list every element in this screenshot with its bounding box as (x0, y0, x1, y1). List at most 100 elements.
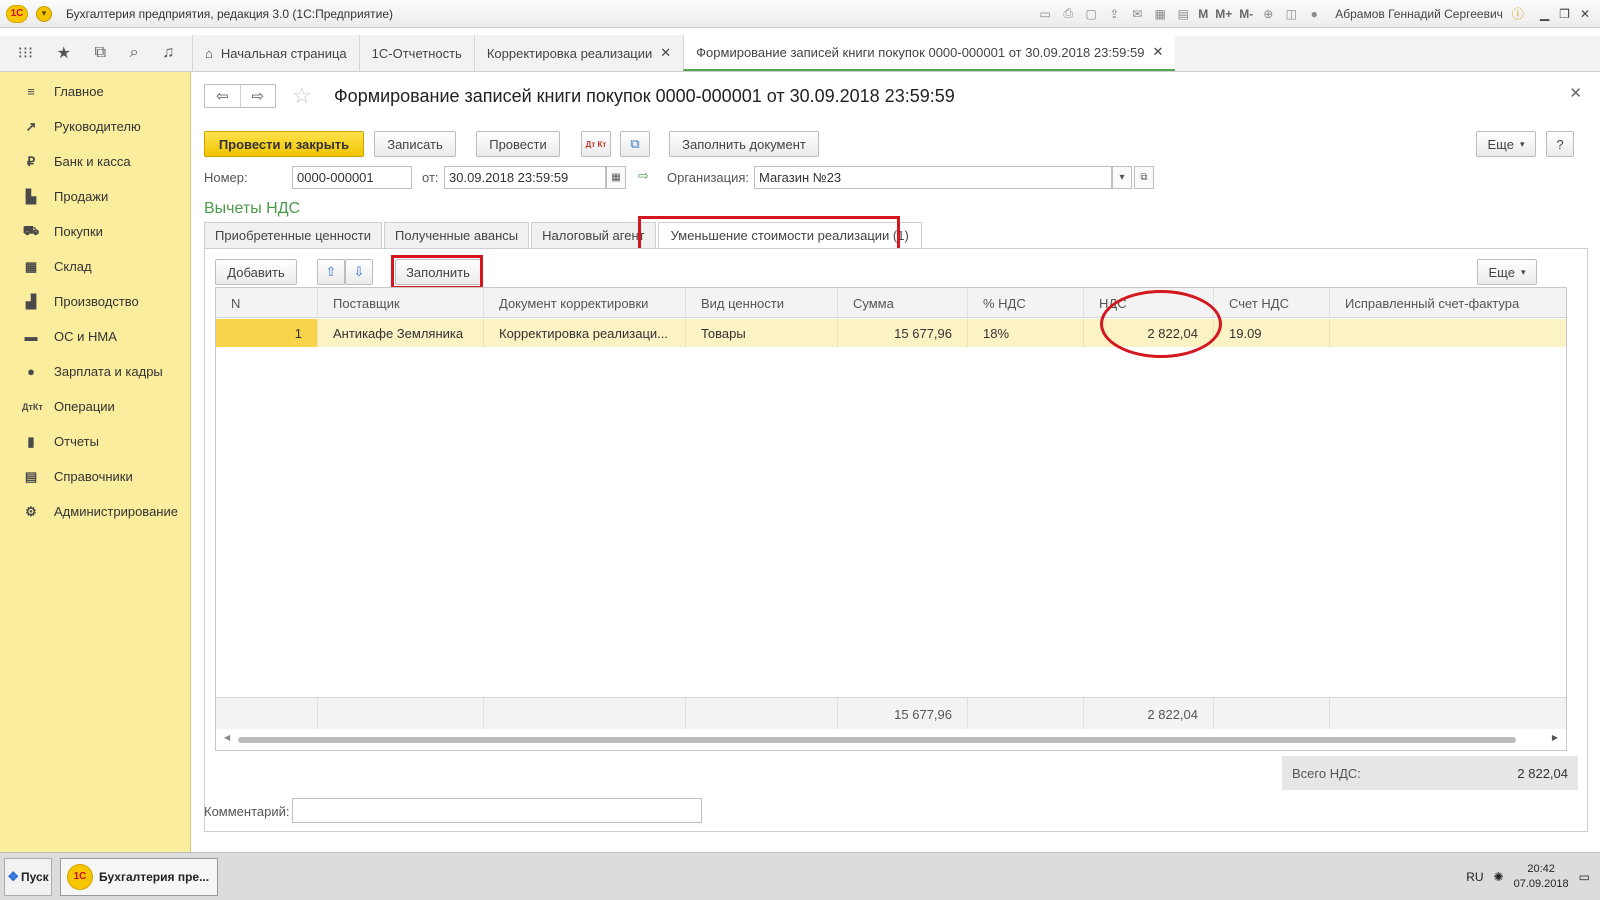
org-link-icon[interactable]: ⇨ (638, 168, 649, 184)
app-title: Бухгалтерия предприятия, редакция 3.0 (1… (66, 6, 394, 21)
vat-rate-cell[interactable]: 18% (968, 319, 1084, 347)
column-header[interactable]: Счет НДС (1214, 288, 1330, 318)
sidebar-item-warehouse[interactable]: ▦ Склад (0, 249, 190, 284)
sidebar-item-admin[interactable]: ⚙ Администрирование (0, 494, 190, 529)
column-header[interactable]: Поставщик (318, 288, 484, 318)
close-tab-icon[interactable]: ✕ (1153, 44, 1164, 60)
fill-document-button[interactable]: Заполнить документ (669, 131, 819, 157)
structure-icon[interactable]: ⧉ (620, 131, 650, 157)
table-more-button[interactable]: Еще ▾ (1477, 259, 1537, 285)
tab-purchase-book[interactable]: Формирование записей книги покупок 0000-… (683, 35, 1176, 71)
info-icon[interactable]: ⓘ (1510, 6, 1526, 22)
number-label: Номер: (204, 170, 248, 185)
sidebar-item-operations[interactable]: ДтКт Операции (0, 389, 190, 424)
post-button[interactable]: Провести (476, 131, 560, 157)
supplier-cell[interactable]: Антикафе Земляника (318, 319, 484, 347)
scrollbar-thumb[interactable] (238, 737, 1516, 743)
tab-acquired-values[interactable]: Приобретенные ценности (204, 222, 382, 248)
memory-plus-button[interactable]: M+ (1215, 7, 1232, 21)
main-menu-button[interactable]: ▾ (36, 5, 52, 22)
memory-minus-button[interactable]: M- (1239, 7, 1253, 21)
close-tab-icon[interactable]: ✕ (660, 45, 671, 61)
history-icon[interactable]: ⧉ (95, 44, 106, 62)
organization-field[interactable]: Магазин №23 (754, 166, 1112, 189)
tab-home[interactable]: ⌂ Начальная страница (192, 35, 359, 71)
close-window-icon[interactable]: ✕ (1580, 7, 1590, 21)
sidebar-item-main[interactable]: ≡ Главное (0, 74, 190, 109)
sidebar-item-directories[interactable]: ▤ Справочники (0, 459, 190, 494)
sidebar-item-sales[interactable]: ▙ Продажи (0, 179, 190, 214)
help-button[interactable]: ? (1546, 131, 1574, 157)
back-arrow-icon[interactable]: ⇦ (205, 85, 241, 107)
value-kind-cell[interactable]: Товары (686, 319, 838, 347)
notifications-bell-icon[interactable]: ♫ (162, 44, 174, 62)
comment-field[interactable] (292, 798, 702, 823)
scroll-right-icon[interactable]: ▶ (1552, 733, 1558, 742)
column-header[interactable]: % НДС (968, 288, 1084, 318)
calculator-icon[interactable]: ▦ (1152, 6, 1168, 22)
print-icon[interactable]: ⎙ (1060, 6, 1076, 22)
show-desktop-icon[interactable]: ▭ (1579, 870, 1590, 884)
favorite-star-icon[interactable]: ☆ (292, 83, 312, 109)
chevron-down-icon[interactable]: ▾ (1112, 166, 1132, 189)
sidebar-item-manager[interactable]: ↗ Руководителю (0, 109, 190, 144)
user-icon: ● (1310, 6, 1318, 21)
dt-kt-button[interactable]: Дт Кт (581, 131, 611, 157)
sum-cell[interactable]: 15 677,96 (838, 319, 968, 347)
more-button[interactable]: Еще ▾ (1476, 131, 1536, 157)
calendar-icon[interactable]: ▤ (1175, 6, 1191, 22)
date-field[interactable]: 30.09.2018 23:59:59 (444, 166, 606, 189)
search-icon[interactable]: ⌕ (130, 44, 139, 62)
minimize-icon[interactable]: ▁ (1540, 7, 1549, 21)
sidebar-item-reports[interactable]: ▮ Отчеты (0, 424, 190, 459)
total-vat-label: Всего НДС: (1292, 765, 1361, 781)
column-header[interactable]: N (216, 288, 318, 318)
restore-icon[interactable]: ❐ (1559, 7, 1570, 21)
sidebar-item-salary[interactable]: ● Зарплата и кадры (0, 354, 190, 389)
correction-doc-cell[interactable]: Корректировка реализаци... (484, 319, 686, 347)
zoom-icon[interactable]: ⊕ (1260, 6, 1276, 22)
horizontal-scrollbar[interactable]: ◀ ▶ (216, 729, 1566, 750)
start-button[interactable]: ❖ Пуск (4, 857, 52, 896)
number-field[interactable]: 0000-000001 (292, 166, 412, 189)
add-button[interactable]: Добавить (215, 259, 297, 285)
mail-icon[interactable]: ✉ (1129, 6, 1145, 22)
upload-icon[interactable]: ⇪ (1106, 6, 1122, 22)
calendar-icon[interactable]: ▦ (606, 166, 626, 189)
open-link-icon[interactable]: ⧉ (1134, 166, 1154, 189)
move-down-icon[interactable]: ⇩ (345, 259, 373, 285)
move-up-icon[interactable]: ⇧ (317, 259, 345, 285)
post-and-close-button[interactable]: Провести и закрыть (204, 131, 364, 157)
tab-sales-correction[interactable]: Корректировка реализации ✕ (473, 35, 684, 71)
language-indicator[interactable]: RU (1466, 870, 1483, 884)
apps-grid-icon[interactable]: ⁝⁝⁝ (18, 43, 33, 63)
memory-m-button[interactable]: M (1198, 7, 1208, 21)
tab-received-advances[interactable]: Полученные авансы (383, 222, 530, 248)
network-icon[interactable]: ✺ (1494, 870, 1504, 884)
tab-tax-agent[interactable]: Налоговый агент (531, 222, 656, 248)
panel-icon[interactable]: ◫ (1283, 6, 1299, 22)
user-name[interactable]: Абрамов Геннадий Сергеевич (1335, 7, 1503, 21)
save-icon[interactable]: ▭ (1037, 6, 1053, 22)
column-header[interactable]: Вид ценности (686, 288, 838, 318)
sidebar-item-assets[interactable]: ▬ ОС и НМА (0, 319, 190, 354)
vat-account-cell[interactable]: 19.09 (1214, 319, 1330, 347)
sidebar-item-purchases[interactable]: ⛟ Покупки (0, 214, 190, 249)
clock[interactable]: 20:42 07.09.2018 (1514, 862, 1569, 892)
column-header[interactable]: Исправленный счет-фактура (1330, 288, 1566, 318)
tab-1c-reporting[interactable]: 1С-Отчетность (358, 35, 474, 71)
forward-arrow-icon[interactable]: ⇨ (241, 85, 276, 107)
table-row[interactable]: 1 Антикафе Земляника Корректировка реали… (216, 319, 1566, 347)
scroll-left-icon[interactable]: ◀ (224, 733, 230, 742)
save-button[interactable]: Записать (374, 131, 456, 157)
navigation-arrows: ⇦ ⇨ (204, 84, 276, 108)
taskbar-app-button[interactable]: 1С Бухгалтерия пре... (60, 857, 218, 896)
sidebar-item-bank[interactable]: ₽ Банк и касса (0, 144, 190, 179)
column-header[interactable]: Сумма (838, 288, 968, 318)
close-form-icon[interactable]: ✕ (1569, 84, 1582, 102)
preview-icon[interactable]: ▢ (1083, 6, 1099, 22)
sidebar-item-production[interactable]: ▟ Производство (0, 284, 190, 319)
column-header[interactable]: Документ корректировки (484, 288, 686, 318)
corrected-invoice-cell[interactable] (1330, 319, 1566, 347)
favorites-icon[interactable]: ★ (57, 43, 71, 63)
